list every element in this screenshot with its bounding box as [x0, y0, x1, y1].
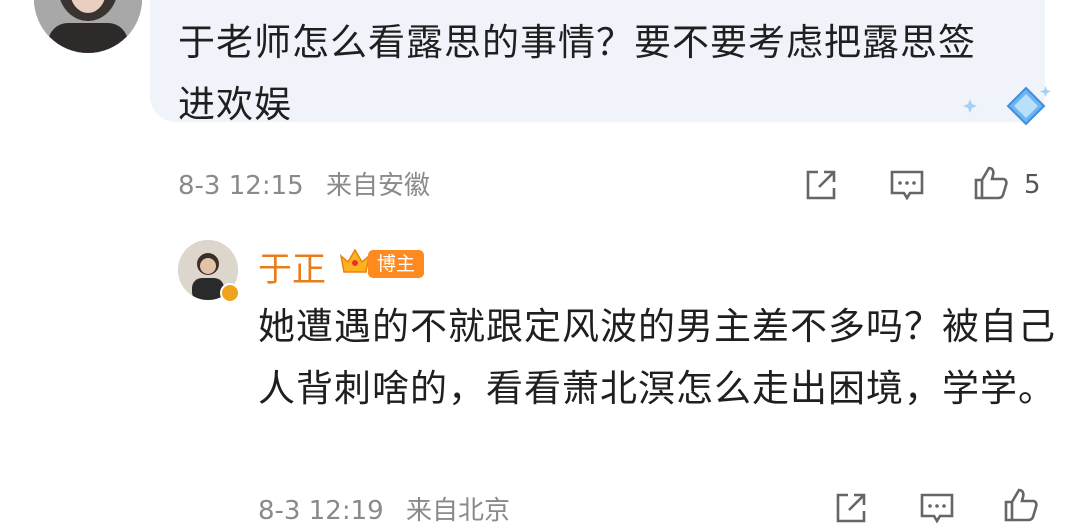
- reply-location: 来自北京: [405, 496, 510, 526]
- thumbs-up-icon[interactable]: [972, 164, 1010, 202]
- share-icon[interactable]: [802, 166, 840, 204]
- reply-author[interactable]: 于正: [258, 242, 326, 291]
- reply-comment-icon[interactable]: [918, 489, 956, 526]
- reply-text: 她遭遇的不就跟定风波的男主差不多吗？被自己人背刺啥的，看看萧北溟怎么走出困境，学…: [258, 305, 1056, 410]
- diamond-badge-icon: [963, 86, 1051, 126]
- comment-date: 8-3 12:15: [178, 171, 304, 201]
- verified-badge-icon: [220, 283, 240, 303]
- comment-text: 于老师怎么看露思的事情？要不要考虑把露思签进欢娱: [178, 21, 976, 126]
- blogger-tag: 博主: [368, 250, 425, 278]
- crown-icon: [339, 248, 371, 273]
- reply-meta: 8-3 12:19 来自北京: [258, 490, 510, 526]
- reply-thumbs-up-icon[interactable]: [1002, 486, 1040, 524]
- comment-meta: 8-3 12:15 来自安徽: [178, 165, 430, 202]
- comment-icon[interactable]: [888, 166, 926, 204]
- reply-share-icon[interactable]: [832, 489, 870, 526]
- avatar[interactable]: [34, 0, 142, 53]
- avatar-photo: [34, 0, 142, 53]
- comment-location: 来自安徽: [325, 171, 430, 201]
- like-count: 5: [1024, 170, 1041, 200]
- reply-date: 8-3 12:19: [258, 496, 384, 526]
